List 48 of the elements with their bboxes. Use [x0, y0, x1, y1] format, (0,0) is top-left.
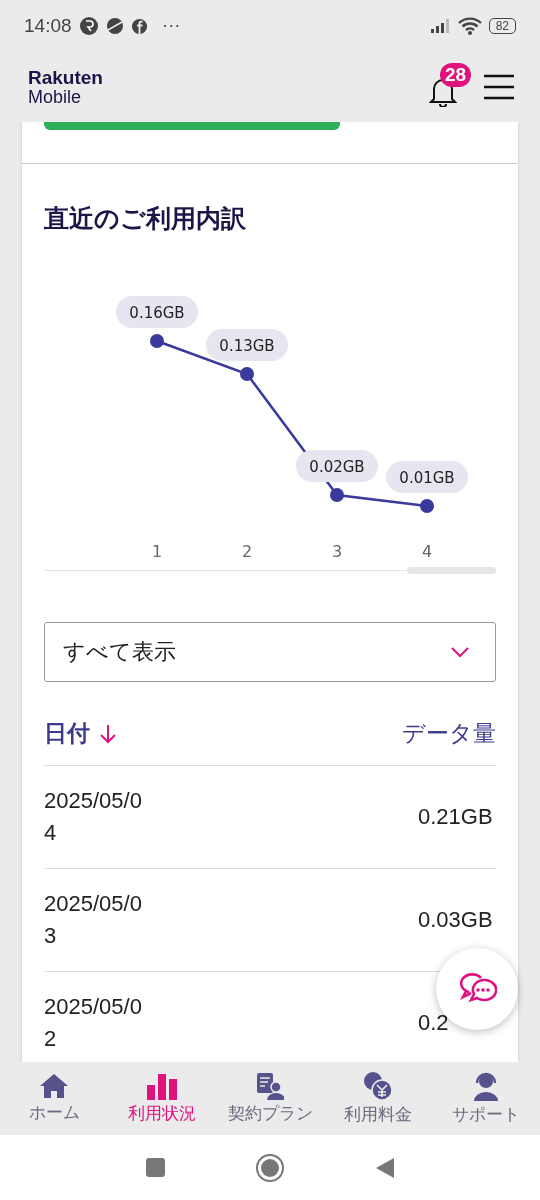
table-cell-text: 0.03GB: [418, 907, 494, 933]
value-label: 0.13GB: [219, 337, 275, 355]
x-axis-label: 1: [151, 542, 163, 561]
chevron-down-icon: [451, 646, 469, 658]
nav-tab[interactable]: 利用状況: [108, 1062, 216, 1135]
facebook-icon: [130, 17, 148, 35]
nav-tab[interactable]: ホーム: [0, 1062, 108, 1135]
app-notification-icon: [78, 16, 99, 36]
data-point: [240, 367, 254, 381]
nav-tab[interactable]: 契約プラン: [216, 1062, 324, 1135]
logo-subtext: Mobile: [28, 87, 82, 107]
menu-icon[interactable]: [484, 74, 514, 100]
recents-button[interactable]: [145, 1158, 165, 1177]
logo-text: Rakuten: [28, 67, 103, 88]
bar-chart-icon: [147, 1072, 177, 1100]
data-point: [150, 334, 164, 348]
x-axis-label: 4: [421, 542, 433, 561]
table-cell-text: 2025/05/03: [44, 890, 143, 950]
wifi-icon: [457, 17, 482, 35]
nav-tab[interactable]: サポート: [432, 1062, 540, 1135]
table-cell-text: 0.2: [418, 1010, 450, 1036]
nav-tab[interactable]: 利用料金: [324, 1062, 432, 1135]
notification-badge: 28: [440, 63, 472, 87]
value-label: 0.01GB: [399, 469, 455, 487]
value-label: 0.02GB: [309, 458, 365, 476]
table-cell-text: 2025/05/02: [44, 993, 143, 1053]
table-cell-text: 2025/05/04: [44, 787, 143, 847]
section-title: 直近のご利用内訳: [44, 203, 247, 235]
x-axis-label: 3: [331, 542, 343, 561]
battery-indicator: 82: [488, 18, 516, 34]
column-header: データ量: [402, 719, 496, 748]
support-agent-icon: [472, 1071, 500, 1101]
status-time: 14:08: [24, 15, 72, 37]
scrollbar-thumb[interactable]: [407, 567, 496, 574]
coins-icon: [363, 1071, 393, 1101]
planet-icon: [105, 17, 124, 35]
document-person-icon: [256, 1072, 284, 1100]
back-button[interactable]: [374, 1156, 395, 1179]
data-point: [330, 488, 344, 502]
filter-dropdown[interactable]: すべて表示: [44, 622, 496, 682]
signal-icon: [430, 19, 451, 33]
table-cell-text: 0.21GB: [418, 804, 494, 830]
home-icon: [39, 1073, 69, 1099]
more-indicator: ···: [162, 16, 181, 36]
value-label: 0.16GB: [129, 304, 185, 322]
column-header[interactable]: 日付: [44, 718, 90, 749]
data-point: [420, 499, 434, 513]
x-axis-label: 2: [241, 542, 253, 561]
